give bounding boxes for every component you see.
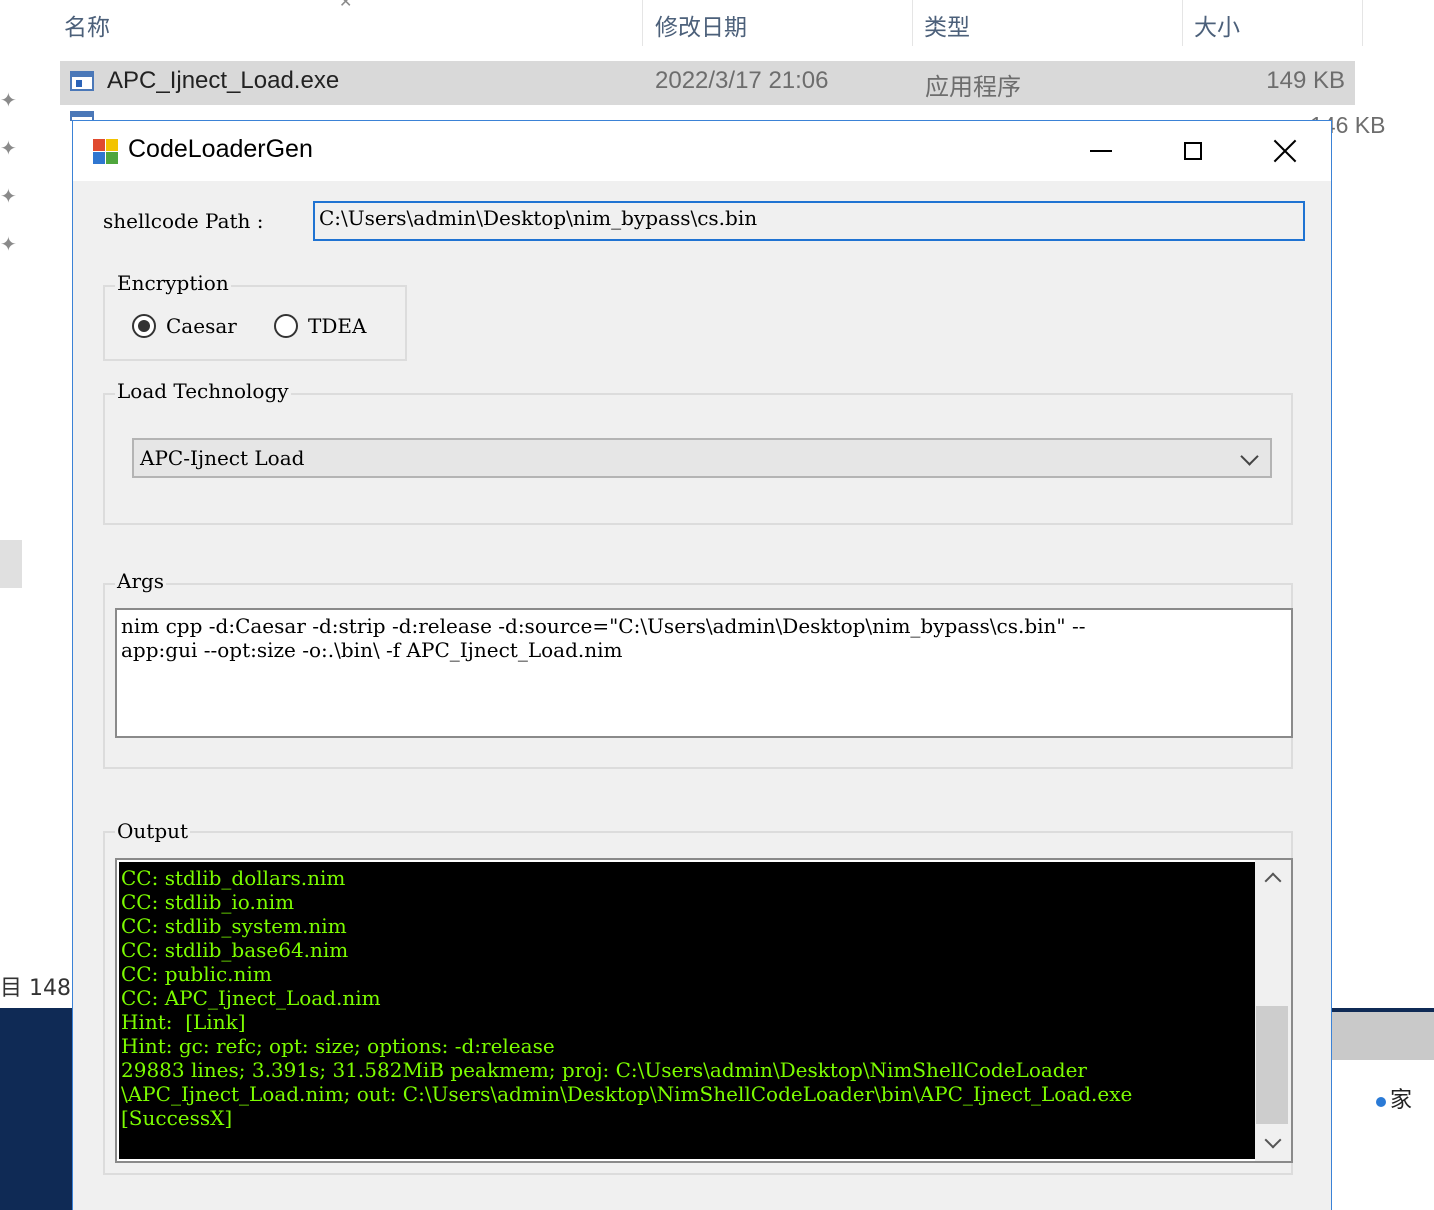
pin-icon[interactable]: ✦ bbox=[0, 184, 17, 208]
codeloadergen-window: CodeLoaderGen shellcode Path : C:\Users\… bbox=[72, 120, 1332, 1210]
output-line: CC: stdlib_io.nim bbox=[121, 890, 295, 914]
column-divider[interactable] bbox=[1362, 0, 1363, 46]
app-icon bbox=[93, 139, 119, 165]
column-divider[interactable] bbox=[912, 0, 913, 46]
output-line: Hint: [Link] bbox=[121, 1010, 246, 1034]
output-line: CC: public.nim bbox=[121, 962, 272, 986]
column-divider[interactable] bbox=[1182, 0, 1183, 46]
minimize-button[interactable] bbox=[1055, 121, 1147, 181]
file-row-selected[interactable]: APC_Ijnect_Load.exe 2022/3/17 21:06 应用程序… bbox=[60, 61, 1355, 105]
radio-caesar-label: Caesar bbox=[166, 314, 237, 338]
executable-file-icon bbox=[70, 71, 94, 91]
output-console[interactable]: CC: stdlib_dollars.nim CC: stdlib_io.nim… bbox=[115, 858, 1293, 1163]
column-header-name[interactable]: 名称 bbox=[64, 8, 110, 42]
column-header-modified[interactable]: 修改日期 bbox=[655, 8, 747, 42]
pin-icon[interactable]: ✦ bbox=[0, 232, 17, 256]
column-header-size[interactable]: 大小 bbox=[1194, 8, 1240, 42]
column-divider[interactable] bbox=[642, 0, 643, 46]
shellcode-path-label: shellcode Path : bbox=[103, 209, 264, 233]
minimize-icon bbox=[1090, 150, 1112, 152]
output-scrollbar[interactable] bbox=[1255, 860, 1291, 1161]
shellcode-path-input[interactable]: C:\Users\admin\Desktop\nim_bypass\cs.bin bbox=[313, 201, 1305, 241]
output-line: CC: stdlib_system.nim bbox=[121, 914, 347, 938]
chevron-down-icon bbox=[1264, 1131, 1282, 1149]
file-size: 149 KB bbox=[1266, 67, 1345, 94]
radio-caesar[interactable]: Caesar bbox=[132, 314, 237, 338]
close-icon: ✕ bbox=[339, 0, 353, 11]
radio-checked-icon bbox=[132, 314, 156, 338]
args-textarea[interactable]: nim cpp -d:Caesar -d:strip -d:release -d… bbox=[115, 608, 1293, 738]
close-icon bbox=[1274, 140, 1296, 162]
output-line: CC: APC_Ijnect_Load.nim bbox=[121, 986, 381, 1010]
status-item-count: 目 148 bbox=[0, 976, 71, 1001]
load-technology-group-title: Load Technology bbox=[115, 379, 291, 403]
pin-icon[interactable]: ✦ bbox=[0, 136, 17, 160]
column-header-bar: ✕ 名称 修改日期 类型 大小 bbox=[0, 0, 1434, 50]
column-header-type[interactable]: 类型 bbox=[924, 8, 970, 42]
file-row-partial[interactable] bbox=[60, 105, 1355, 121]
radio-unchecked-icon bbox=[274, 314, 298, 338]
nav-pane-highlight bbox=[0, 540, 22, 588]
scrollbar-thumb[interactable] bbox=[1256, 1006, 1288, 1124]
output-line: \APC_Ijnect_Load.nim; out: C:\Users\admi… bbox=[121, 1082, 1133, 1106]
file-name: APC_Ijnect_Load.exe bbox=[107, 67, 340, 94]
args-group-title: Args bbox=[115, 569, 167, 593]
tray-label: 家 bbox=[1390, 1088, 1413, 1113]
taskbar-strip bbox=[1332, 1012, 1434, 1060]
chevron-down-icon bbox=[1240, 447, 1259, 466]
radio-tdea-label: TDEA bbox=[308, 314, 367, 338]
encryption-group-title: Encryption bbox=[115, 271, 231, 295]
pin-icon[interactable]: ✦ bbox=[0, 88, 17, 112]
maximize-icon bbox=[1184, 142, 1202, 160]
network-icon bbox=[1376, 1097, 1386, 1107]
tray-area: 家 bbox=[1332, 1060, 1434, 1210]
output-text-area[interactable]: CC: stdlib_dollars.nim CC: stdlib_io.nim… bbox=[119, 862, 1255, 1159]
output-line: Hint: gc: refc; opt: size; options: -d:r… bbox=[121, 1034, 555, 1058]
window-title: CodeLoaderGen bbox=[128, 135, 313, 163]
maximize-button[interactable] bbox=[1147, 121, 1239, 181]
output-line: [SuccessX] bbox=[121, 1106, 233, 1130]
output-group-title: Output bbox=[115, 819, 191, 843]
args-line: nim cpp -d:Caesar -d:strip -d:release -d… bbox=[121, 614, 1086, 638]
args-line: app:gui --opt:size -o:.\bin\ -f APC_Ijne… bbox=[121, 638, 623, 662]
chevron-up-icon bbox=[1264, 872, 1282, 890]
output-line: CC: stdlib_base64.nim bbox=[121, 938, 349, 962]
close-button[interactable] bbox=[1239, 121, 1331, 181]
taskbar-left bbox=[0, 1008, 74, 1210]
scroll-up-button[interactable] bbox=[1255, 860, 1291, 896]
file-modified: 2022/3/17 21:06 bbox=[655, 67, 829, 94]
output-line: 29883 lines; 3.391s; 31.582MiB peakmem; … bbox=[121, 1058, 1087, 1082]
scroll-down-button[interactable] bbox=[1255, 1125, 1291, 1161]
radio-tdea[interactable]: TDEA bbox=[274, 314, 366, 338]
file-type: 应用程序 bbox=[925, 74, 1021, 101]
tray-item[interactable]: 家 bbox=[1376, 1082, 1412, 1114]
load-technology-dropdown[interactable]: APC-Ijnect Load bbox=[132, 438, 1272, 478]
load-technology-selected: APC-Ijnect Load bbox=[140, 446, 305, 470]
title-bar[interactable]: CodeLoaderGen bbox=[73, 121, 1331, 181]
output-line: CC: stdlib_dollars.nim bbox=[121, 866, 346, 890]
